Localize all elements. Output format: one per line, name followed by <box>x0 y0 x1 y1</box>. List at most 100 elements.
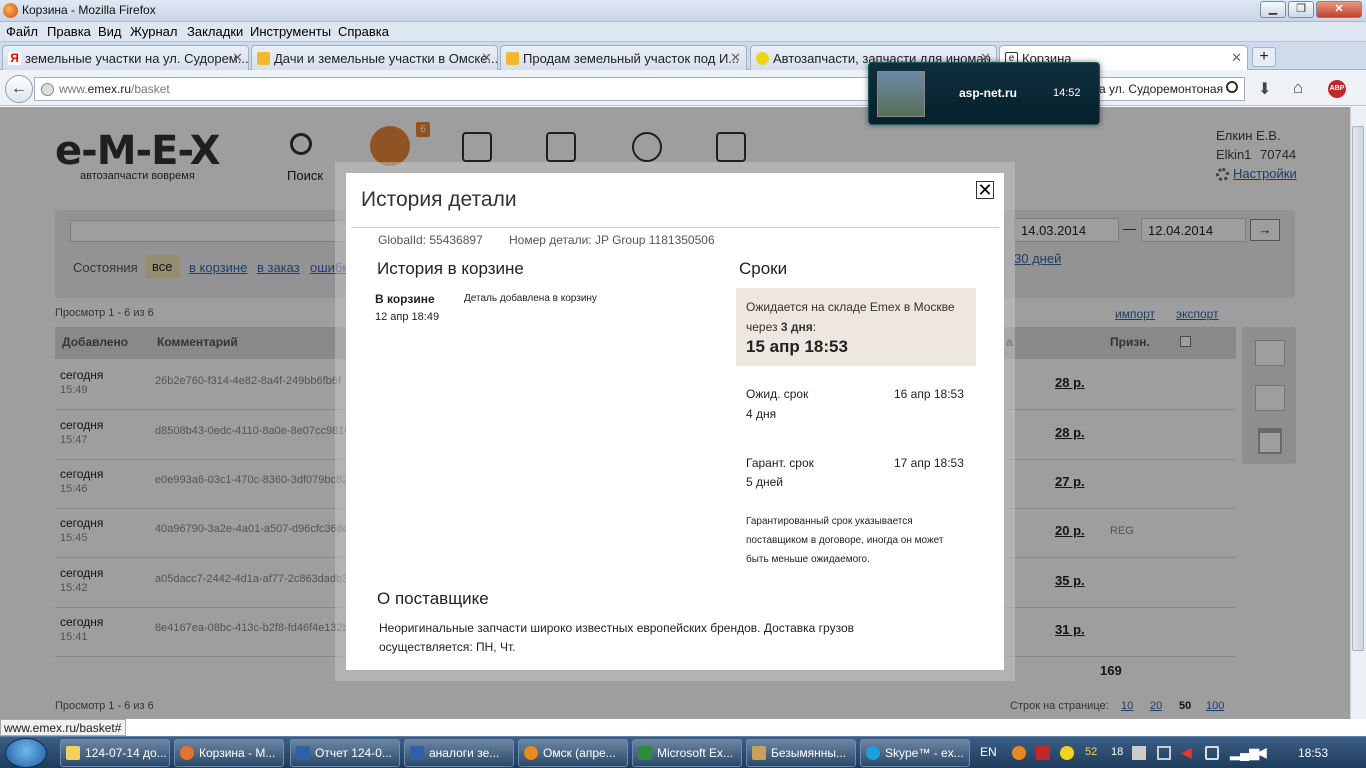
menu-help[interactable]: Справка <box>338 24 389 39</box>
status-link-tooltip: www.emex.ru/basket# <box>0 719 126 736</box>
expected-text-line1: Ожидается на складе Emex в Москве <box>746 300 955 314</box>
tab-close-icon[interactable]: ✕ <box>481 50 492 66</box>
page-icon <box>257 52 270 65</box>
firefox-icon <box>180 746 194 760</box>
tray-count-2: 18 <box>1111 746 1124 758</box>
download-icon[interactable]: ⬇ <box>1258 79 1271 99</box>
menu-edit[interactable]: Правка <box>47 24 91 39</box>
tray-window-icon[interactable] <box>1132 746 1146 760</box>
close-window-button[interactable]: ✕ <box>1316 1 1362 18</box>
url-prefix: www. <box>59 82 88 96</box>
search-input[interactable]: а ул. Судоремонтоная <box>1090 77 1245 101</box>
excel-icon <box>638 746 652 760</box>
menu-bookmarks[interactable]: Закладки <box>187 24 243 39</box>
tray-messenger-icon[interactable] <box>1060 746 1074 760</box>
navigation-bar: www.emex.ru/basket ← а ул. Судоремонтона… <box>0 70 1366 106</box>
tray-signal-icon[interactable]: ▂▄▆ <box>1230 745 1259 761</box>
start-button[interactable] <box>5 738 47 768</box>
expected-days: 3 дня <box>780 320 813 334</box>
adblock-icon[interactable]: ABP <box>1328 80 1346 98</box>
expected-date: 15 апр 18:53 <box>746 337 848 356</box>
url-domain: emex.ru <box>87 82 132 96</box>
search-icon[interactable] <box>1226 81 1238 93</box>
history-date: 12 апр 18:49 <box>375 311 440 323</box>
folder-icon <box>66 746 80 760</box>
tab-close-icon[interactable]: ✕ <box>730 50 741 66</box>
taskbar-item-paint[interactable]: Безымянны... <box>746 739 856 767</box>
modal-title: История детали <box>361 188 517 211</box>
tab-prodam[interactable]: Продам земельный участок под И... ✕ <box>500 45 747 70</box>
tray-speaker-icon[interactable]: ◀ <box>1181 744 1192 761</box>
shell-icon <box>756 52 769 65</box>
tray-network-icon[interactable] <box>1157 746 1171 760</box>
expected-term-label: Ожид. срок <box>746 387 809 401</box>
taskbar-item-omsk[interactable]: Омск (апре... <box>518 739 628 767</box>
firefox-icon <box>3 3 18 18</box>
expected-deadline-box: Ожидается на складе Emex в Москве через … <box>736 288 976 366</box>
yandex-icon: Я <box>8 52 21 65</box>
supplier-text-1: Неоригинальные запчасти широко известных… <box>379 621 855 635</box>
close-icon[interactable]: ✕ <box>976 181 994 199</box>
guarantee-note-3: быть меньше ожидаемого. <box>746 554 870 565</box>
menu-view[interactable]: Вид <box>98 24 122 39</box>
new-tab-button[interactable]: + <box>1252 47 1276 67</box>
taskbar-item-skype[interactable]: Skype™ - ex... <box>860 739 970 767</box>
globe-icon <box>41 83 54 96</box>
taskbar-item-excel[interactable]: Microsoft Ex... <box>632 739 742 767</box>
part-number: Номер детали: JP Group 1181350506 <box>509 233 715 247</box>
notification-popup[interactable]: asp-net.ru 14:52 <box>868 62 1100 125</box>
menu-bar: Файл Правка Вид Журнал Закладки Инструме… <box>0 22 1366 42</box>
history-status: В корзине <box>375 292 435 306</box>
paint-icon <box>752 746 766 760</box>
taskbar-item-folder[interactable]: 124-07-14 до... <box>60 739 170 767</box>
url-bar[interactable]: www.emex.ru/basket <box>34 77 912 101</box>
minimize-button[interactable]: ▁ <box>1260 1 1286 18</box>
popup-site: asp-net.ru <box>959 86 1018 100</box>
tab-label: Продам земельный участок под И... <box>523 51 740 66</box>
guarantee-note-1: Гарантированный срок указывается <box>746 516 913 527</box>
home-icon[interactable]: ⌂ <box>1293 78 1303 98</box>
popup-time: 14:52 <box>1053 87 1081 99</box>
global-id: GlobalId: 55436897 <box>378 233 483 247</box>
menu-tools[interactable]: Инструменты <box>250 24 331 39</box>
expected-term-date: 16 апр 18:53 <box>894 387 964 401</box>
tab-label: Дачи и земельные участки в Омске... <box>274 51 498 66</box>
language-indicator[interactable]: EN <box>980 745 997 759</box>
tray-volume-icon[interactable]: ◀ <box>1256 744 1267 761</box>
tray-app-icon[interactable] <box>1012 746 1026 760</box>
maximize-button[interactable]: ❐ <box>1288 1 1314 18</box>
guaranteed-term-date: 17 апр 18:53 <box>894 456 964 470</box>
tab-bar: Я земельные участки на ул. Судорем... ✕ … <box>0 42 1366 71</box>
tab-label: земельные участки на ул. Судорем... <box>25 51 249 66</box>
taskbar-item-firefox[interactable]: Корзина - M... <box>174 739 284 767</box>
back-button[interactable]: ← <box>5 75 33 103</box>
tab-dachi[interactable]: Дачи и земельные участки в Омске... ✕ <box>251 45 498 70</box>
part-history-modal: История детали ✕ GlobalId: 55436897 Номе… <box>346 173 1004 670</box>
guarantee-note-2: поставщиком в договоре, иногда он может <box>746 535 944 546</box>
tab-close-icon[interactable]: ✕ <box>232 50 243 66</box>
tray-flag-icon[interactable] <box>1036 746 1050 760</box>
guaranteed-term-days: 5 дней <box>746 475 784 489</box>
tab-close-icon[interactable]: ✕ <box>1231 50 1242 66</box>
scrollbar-thumb[interactable] <box>1352 126 1364 651</box>
clock[interactable]: 18:53 <box>1298 746 1328 760</box>
history-text: Деталь добавлена в корзину <box>464 293 597 304</box>
guaranteed-term-label: Гарант. срок <box>746 456 814 470</box>
deadlines-title: Сроки <box>739 259 788 278</box>
window-title: Корзина - Mozilla Firefox <box>22 3 156 17</box>
avatar <box>877 71 925 117</box>
menu-history[interactable]: Журнал <box>130 24 177 39</box>
page-icon <box>506 52 519 65</box>
word-icon <box>296 746 310 760</box>
word-icon <box>410 746 424 760</box>
taskbar: 124-07-14 до... Корзина - M... Отчет 124… <box>0 736 1366 768</box>
modal-divider <box>351 227 999 228</box>
window-title-bar: Корзина - Mozilla Firefox ▁ ❐ ✕ <box>0 0 1366 22</box>
tab-yandex[interactable]: Я земельные участки на ул. Судорем... ✕ <box>2 45 249 70</box>
tray-device-icon[interactable] <box>1205 746 1219 760</box>
menu-file[interactable]: Файл <box>6 24 38 39</box>
taskbar-item-word-report[interactable]: Отчет 124-0... <box>290 739 400 767</box>
tray-count-1: 52 <box>1085 746 1098 758</box>
taskbar-item-word-analogs[interactable]: аналоги зе... <box>404 739 514 767</box>
skype-icon <box>866 746 880 760</box>
